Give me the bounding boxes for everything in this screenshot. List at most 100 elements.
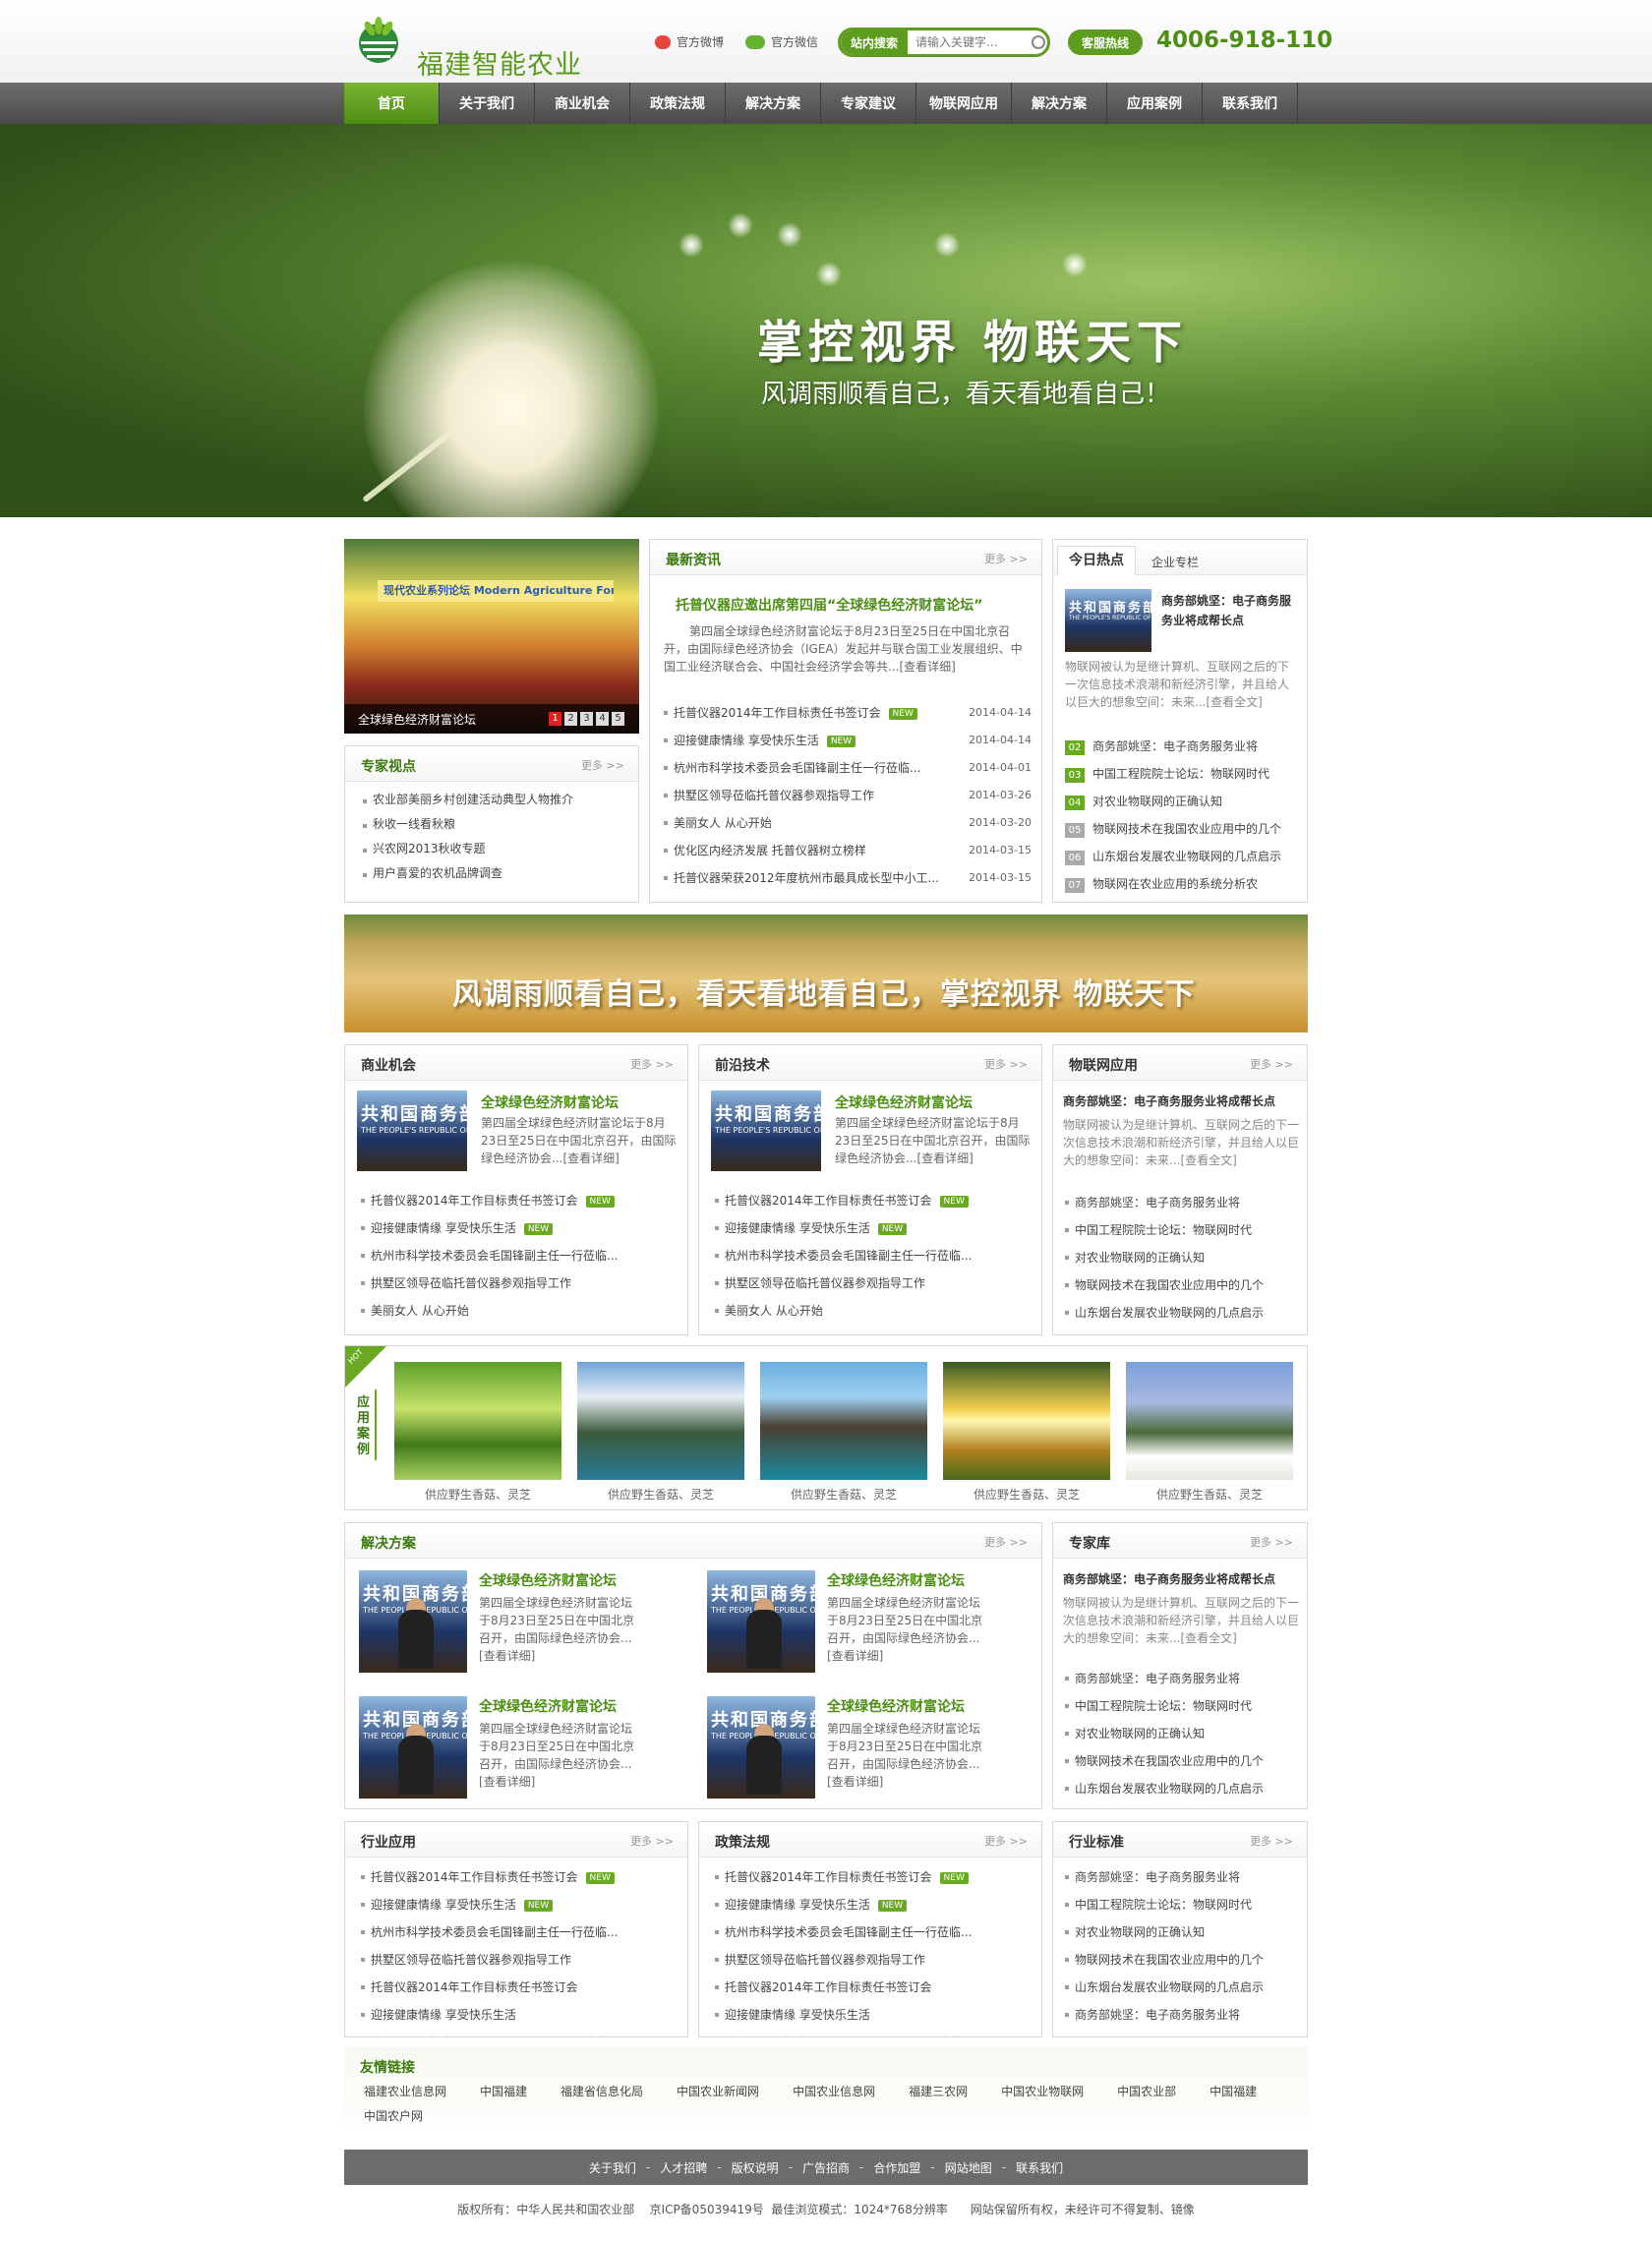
friend-link[interactable]: 中国农业部	[1117, 2083, 1176, 2099]
friend-link[interactable]: 中国福建	[1210, 2083, 1257, 2099]
biz-thumb[interactable]: 共和国商务部THE PEOPLE'S REPUBLIC OF CHINA	[357, 1091, 467, 1171]
tab-hot-today[interactable]: 今日热点	[1057, 546, 1136, 575]
list-item[interactable]: 托普仪器2014年工作目标责任书签订会 NEW	[713, 1863, 1028, 1891]
nav-item-iot[interactable]: 物联网应用	[916, 83, 1012, 124]
more-link[interactable]: 更多 >>	[581, 757, 624, 773]
list-item[interactable]: 迎接健康情缘 享受快乐生活 NEW	[359, 1891, 674, 1918]
logo-text[interactable]: 福建智能农业	[417, 43, 582, 82]
tech-thumb[interactable]: 共和国商务部THE PEOPLE'S REPUBLIC OF CHINA	[711, 1091, 821, 1171]
list-item[interactable]: 兴农网2013秋收专题	[361, 837, 624, 861]
more-link[interactable]: 更多 >>	[1250, 1056, 1293, 1072]
nav-item-contact[interactable]: 联系我们	[1203, 83, 1298, 124]
list-item[interactable]: 山东烟台发展农业物联网的几点启示	[1063, 1775, 1299, 1802]
list-item[interactable]: 拱墅区领导莅临托普仪器参观指导工作	[713, 1946, 1028, 1974]
list-item[interactable]: 杭州市科学技术委员会毛国锋副主任一行莅临...	[359, 1918, 674, 1946]
more-link[interactable]: 更多 >>	[1250, 1833, 1293, 1849]
hot-item[interactable]: 07 物联网在农业应用的系统分析农	[1065, 870, 1301, 898]
list-item[interactable]: 托普仪器2014年工作目标责任书签订会 NEW	[713, 1187, 1028, 1214]
list-item[interactable]: 托普仪器2014年工作目标责任书签订会 NEW	[359, 1863, 674, 1891]
friend-link[interactable]: 福建省信息化局	[560, 2083, 643, 2099]
nav-item-solutions-2[interactable]: 解决方案	[1012, 83, 1107, 124]
news-item[interactable]: 杭州市科学技术委员会毛国锋副主任一行莅临... 2014-04-01	[662, 754, 1032, 782]
iot-feat-title[interactable]: 商务部姚坚：电子商务服务业将成帮长点	[1063, 1092, 1299, 1109]
search-input[interactable]	[908, 35, 1027, 49]
list-item[interactable]: 拱墅区领导莅临托普仪器参观指导工作	[713, 1269, 1028, 1297]
list-item[interactable]: 拱墅区领导莅临托普仪器参观指导工作	[359, 1946, 674, 1974]
case-card[interactable]: 供应野生香菇、灵芝	[943, 1362, 1110, 1503]
list-item[interactable]: 迎接健康情缘 享受快乐生活 NEW	[713, 1214, 1028, 1242]
friend-link[interactable]: 中国农户网	[364, 2107, 423, 2124]
footer-link[interactable]: 版权说明	[732, 2159, 779, 2176]
news-item[interactable]: 拱墅区领导莅临托普仪器参观指导工作 2014-03-26	[662, 782, 1032, 809]
tech-feat-title[interactable]: 全球绿色经济财富论坛	[835, 1092, 973, 1112]
list-item[interactable]: 迎接健康情缘 享受快乐生活 NEW	[713, 1891, 1028, 1918]
list-item[interactable]: 托普仪器2014年工作目标责任书签订会 NEW	[359, 1187, 674, 1214]
list-item[interactable]: 美丽女人 从心开始	[359, 1297, 674, 1325]
news-item[interactable]: 优化区内经济发展 托普仪器树立榜样 2014-03-15	[662, 837, 1032, 864]
nav-item-about[interactable]: 关于我们	[440, 83, 535, 124]
list-item[interactable]: 对农业物联网的正确认知	[1063, 1918, 1299, 1946]
list-item[interactable]: 托普仪器2014年工作目标责任书签订会	[713, 1974, 1028, 2001]
slider-page[interactable]: 3	[580, 712, 593, 726]
list-item[interactable]: 商务部姚坚：电子商务服务业将	[1063, 1665, 1299, 1692]
list-item[interactable]: 农业部美丽乡村创建活动典型人物推介	[361, 788, 624, 812]
list-item[interactable]: 中国工程院院士论坛：物联网时代	[1063, 1891, 1299, 1918]
news-slider[interactable]: 现代农业系列论坛 Modern Agriculture Forum 全球绿色经济…	[344, 539, 639, 734]
list-item[interactable]: 中国工程院院士论坛：物联网时代	[1063, 1692, 1299, 1720]
news-item[interactable]: 迎接健康情缘 享受快乐生活 NEW 2014-04-14	[662, 727, 1032, 754]
more-link[interactable]: 更多 >>	[984, 551, 1028, 566]
slider-page[interactable]: 2	[564, 712, 577, 726]
list-item[interactable]: 杭州市科学技术委员会毛国锋副主任一行莅临...	[359, 2029, 674, 2036]
footer-link[interactable]: 人才招聘	[660, 2159, 707, 2176]
friend-link[interactable]: 福建农业信息网	[364, 2083, 446, 2099]
solution-card[interactable]: 共和国商务部THE PEOPLE'S REPUBLIC OF CHINA 全球绿色…	[359, 1696, 693, 1804]
friend-link[interactable]: 中国农业信息网	[793, 2083, 875, 2099]
solution-card[interactable]: 共和国商务部THE PEOPLE'S REPUBLIC OF CHINA 全球绿色…	[707, 1696, 1041, 1804]
list-item[interactable]: 物联网技术在我国农业应用中的几个	[1063, 1271, 1299, 1299]
nav-item-home[interactable]: 首页	[344, 83, 440, 124]
friend-link[interactable]: 中国福建	[480, 2083, 527, 2099]
list-item[interactable]: 美丽女人 从心开始	[713, 1297, 1028, 1325]
hot-thumb[interactable]: 共和国商务部 THE PEOPLE'S REPUBLIC OF CHINA	[1065, 589, 1151, 652]
list-item[interactable]: 商务部姚坚：电子商务服务业将	[1063, 2001, 1299, 2029]
hot-featured-title[interactable]: 商务部姚坚：电子商务服务业将成帮长点	[1161, 591, 1299, 630]
case-card[interactable]: 供应野生香菇、灵芝	[760, 1362, 927, 1503]
list-item[interactable]: 迎接健康情缘 享受快乐生活	[359, 2001, 674, 2029]
slider-page[interactable]: 1	[549, 712, 561, 726]
list-item[interactable]: 对农业物联网的正确认知	[1063, 1720, 1299, 1747]
nav-item-cases[interactable]: 应用案例	[1107, 83, 1203, 124]
list-item[interactable]: 物联网技术在我国农业应用中的几个	[1063, 1747, 1299, 1775]
solution-card[interactable]: 共和国商务部THE PEOPLE'S REPUBLIC OF CHINA 全球绿色…	[707, 1570, 1041, 1679]
more-link[interactable]: 更多 >>	[984, 1534, 1028, 1550]
case-card[interactable]: 供应野生香菇、灵芝	[577, 1362, 744, 1503]
footer-link[interactable]: 广告招商	[802, 2159, 850, 2176]
list-item[interactable]: 山东烟台发展农业物联网的几点启示	[1063, 1299, 1299, 1327]
weibo-link[interactable]: 官方微博	[655, 33, 724, 50]
nav-item-experts[interactable]: 专家建议	[821, 83, 916, 124]
list-item[interactable]: 商务部姚坚：电子商务服务业将	[1063, 1863, 1299, 1891]
case-card[interactable]: 供应野生香菇、灵芝	[1126, 1362, 1293, 1503]
news-item[interactable]: 托普仪器2014年工作目标责任书签订会 NEW 2014-04-14	[662, 699, 1032, 727]
list-item[interactable]: 商务部姚坚：电子商务服务业将	[1063, 1189, 1299, 1216]
hot-item[interactable]: 05 物联网技术在我国农业应用中的几个	[1065, 815, 1301, 843]
biz-feat-title[interactable]: 全球绿色经济财富论坛	[481, 1092, 619, 1112]
nav-item-solutions[interactable]: 解决方案	[726, 83, 821, 124]
footer-link[interactable]: 合作加盟	[873, 2159, 920, 2176]
tab-company[interactable]: 企业专栏	[1151, 554, 1199, 570]
list-item[interactable]: 迎接健康情缘 享受快乐生活	[713, 2001, 1028, 2029]
search-icon[interactable]	[1032, 35, 1046, 49]
friend-link[interactable]: 中国农业物联网	[1001, 2083, 1084, 2099]
slider-page[interactable]: 5	[612, 712, 624, 726]
friend-link[interactable]: 中国农业新闻网	[677, 2083, 759, 2099]
slider-page[interactable]: 4	[596, 712, 609, 726]
hot-item[interactable]: 02 商务部姚坚：电子商务服务业将	[1065, 733, 1301, 760]
list-item[interactable]: 用户喜爱的农机品牌调查	[361, 861, 624, 886]
more-link[interactable]: 更多 >>	[630, 1833, 674, 1849]
weixin-link[interactable]: 官方微信	[745, 33, 818, 50]
list-item[interactable]: 对农业物联网的正确认知	[1063, 1244, 1299, 1271]
more-link[interactable]: 更多 >>	[984, 1833, 1028, 1849]
hot-item[interactable]: 04 对农业物联网的正确认知	[1065, 788, 1301, 815]
list-item[interactable]: 山东烟台发展农业物联网的几点启示	[1063, 1974, 1299, 2001]
experts-feat-title[interactable]: 商务部姚坚：电子商务服务业将成帮长点	[1063, 1570, 1299, 1587]
list-item[interactable]: 杭州市科学技术委员会毛国锋副主任一行莅临...	[713, 1242, 1028, 1269]
